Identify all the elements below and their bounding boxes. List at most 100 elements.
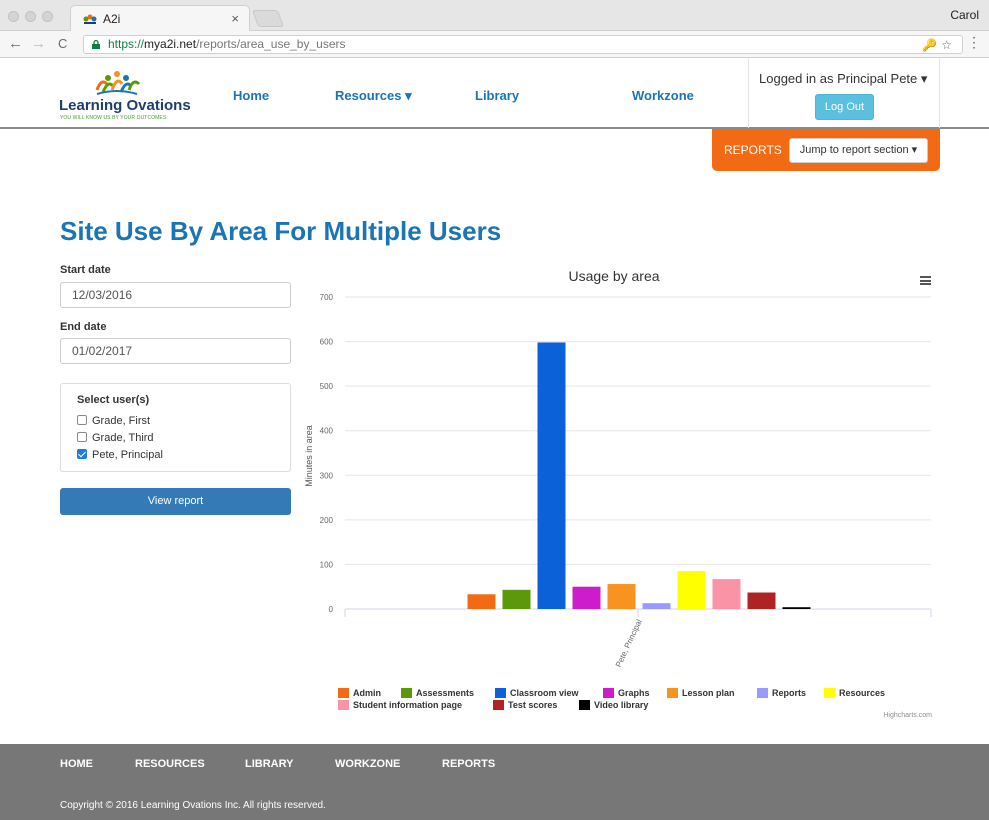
chart-bar [642,603,671,609]
back-icon[interactable]: ← [8,36,23,51]
jump-to-section-dropdown[interactable]: Jump to report section ▾ [789,138,928,163]
y-tick-label: 0 [329,605,334,614]
legend-swatch [493,700,504,710]
start-date-input[interactable] [60,282,291,308]
view-report-button[interactable]: View report [60,488,291,515]
y-tick-label: 400 [320,427,334,436]
favicon-icon [83,14,97,24]
legend-item: Reports [772,688,806,698]
minimize-window-icon[interactable] [25,11,36,22]
copyright: Copyright © 2016 Learning Ovations Inc. … [60,800,326,811]
tab-close-icon[interactable]: × [231,11,239,26]
users-title: Select user(s) [77,394,150,406]
legend-swatch [757,688,768,698]
user-checkbox[interactable] [77,415,87,425]
nav-home[interactable]: Home [233,88,269,103]
y-tick-label: 700 [320,293,334,302]
legend-swatch [401,688,412,698]
tab-title: A2i [103,12,121,26]
legend-item: Video library [594,700,648,710]
browser-toolbar: ← → C https://mya2i.net/reports/area_use… [0,31,989,58]
reports-label: REPORTS [724,143,782,157]
user-checkbox[interactable] [77,449,87,459]
user-checkbox[interactable] [77,432,87,442]
footer: HOME RESOURCES LIBRARY WORKZONE REPORTS … [0,744,989,820]
legend-item: Lesson plan [682,688,735,698]
legend-item: Admin [353,688,381,698]
chart-bar [677,571,706,609]
user-option[interactable]: Grade, Third [77,432,154,446]
user-option[interactable]: Grade, First [77,415,150,429]
forward-icon[interactable]: → [31,36,46,51]
legend-swatch [824,688,835,698]
lock-icon [92,40,100,49]
chart-bar [607,584,636,609]
logo[interactable]: Learning Ovations YOU WILL KNOW US BY YO… [59,70,191,125]
omnibox-icons[interactable]: 🔑☆ [922,37,956,54]
user-option-label: Grade, Third [92,432,154,444]
y-tick-label: 100 [320,560,334,569]
url-host: mya2i.net [144,37,197,51]
user-option-label: Pete, Principal [92,449,163,461]
legend-swatch [495,688,506,698]
legend-item: Assessments [416,688,474,698]
legend-swatch [603,688,614,698]
chart-bar [537,342,566,609]
footer-reports[interactable]: REPORTS [442,758,495,770]
reload-icon[interactable]: C [58,36,67,51]
chart-bar [467,594,496,609]
logo-figures-icon [95,71,141,95]
login-panel: Logged in as Principal Pete ▾ Log Out [748,58,940,128]
start-date-label: Start date [60,264,111,276]
legend-swatch [338,700,349,710]
y-tick-label: 300 [320,471,334,480]
chart-bar [782,607,811,609]
footer-home[interactable]: HOME [60,758,93,770]
user-option-label: Grade, First [92,415,151,427]
footer-library[interactable]: LIBRARY [245,758,293,770]
reports-tab: REPORTS Jump to report section ▾ [712,129,940,171]
footer-workzone[interactable]: WORKZONE [335,758,400,770]
logout-button[interactable]: Log Out [815,94,874,120]
nav-resources[interactable]: Resources ▾ [335,88,412,104]
usage-chart: Usage by area Minutes in area 0 100 200 300… [298,262,950,730]
legend-item: Test scores [508,700,557,710]
y-tick-label: 500 [320,382,334,391]
window-controls [8,11,53,22]
end-date-input[interactable] [60,338,291,364]
y-tick-label: 600 [320,338,334,347]
profile-name[interactable]: Carol [950,8,979,22]
page-title: Site Use By Area For Multiple Users [60,216,502,246]
url-scheme: https:// [108,37,145,51]
chart-bar [747,592,776,609]
new-tab-button[interactable] [251,10,285,27]
x-tick-label: Pete, Principal [614,618,644,669]
nav-workzone[interactable]: Workzone [632,88,694,103]
highcharts-credit[interactable]: Highcharts.com [883,712,932,719]
logo-tagline: YOU WILL KNOW US BY YOUR OUTCOMES [60,115,167,121]
nav-library[interactable]: Library [475,88,519,103]
y-tick-label: 200 [320,516,334,525]
browser-tab[interactable]: A2i × [70,5,250,32]
legend-swatch [338,688,349,698]
legend-item: Graphs [618,688,650,698]
browser-titlebar: A2i × Carol [0,0,989,32]
chart-bar [502,589,531,609]
legend-swatch [579,700,590,710]
legend-swatch [667,688,678,698]
user-selector: Select user(s) Grade, First Grade, Third P… [60,383,291,472]
user-menu[interactable]: Logged in as Principal Pete ▾ [759,71,927,87]
close-window-icon[interactable] [8,11,19,22]
user-option[interactable]: Pete, Principal [77,449,163,463]
browser-menu-icon[interactable]: ⋮ [967,34,981,51]
url-path: /reports/area_use_by_users [196,37,346,51]
chart-bar [572,586,601,609]
footer-resources[interactable]: RESOURCES [135,758,205,770]
chart-bar [712,579,741,609]
chart-plot: 0 100 200 300 400 500 600 700 Pete, Principal Adm… [320,293,932,710]
end-date-label: End date [60,321,107,333]
address-bar[interactable]: https://mya2i.net/reports/area_use_by_us… [83,35,963,54]
site-header: Learning Ovations YOU WILL KNOW US BY YO… [0,58,989,129]
legend-item: Classroom view [510,688,580,698]
maximize-window-icon[interactable] [42,11,53,22]
